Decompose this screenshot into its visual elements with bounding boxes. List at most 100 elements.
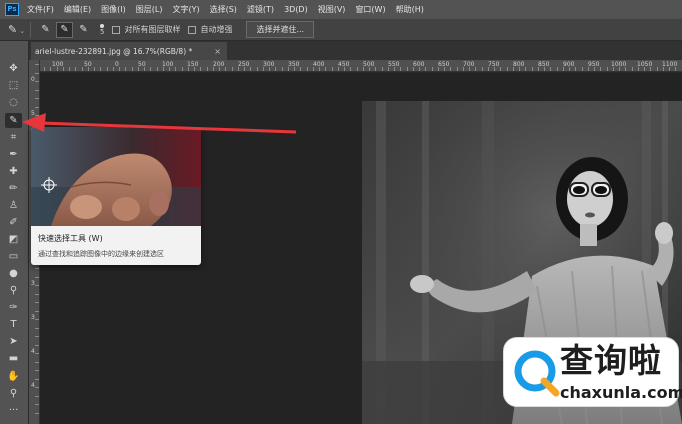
- ruler-tick: [106, 67, 108, 71]
- menu-type[interactable]: 文字(Y): [172, 4, 199, 15]
- ruler-tick: [94, 67, 95, 71]
- tools-panel: ✥ ⬚ ◌ ✎ ⌗ ✒ ✚ ✏ ♙ ✐ ◩ ▭ ● ⚲ ✑ T ➤ ▬ ✋ ⚲ …: [0, 41, 29, 424]
- path-selection-tool-icon[interactable]: ➤: [5, 334, 22, 349]
- menu-3d[interactable]: 3D(D): [284, 5, 308, 14]
- ruler-tick: [281, 67, 283, 71]
- move-tool-icon[interactable]: ✥: [5, 61, 22, 76]
- menu-window[interactable]: 窗口(W): [355, 4, 385, 15]
- ruler-tick: [35, 98, 39, 99]
- ruler-tick: [369, 67, 370, 71]
- ruler-tick: [181, 67, 183, 71]
- clone-stamp-tool-icon[interactable]: ♙: [5, 198, 22, 213]
- ruler-tick: [531, 67, 533, 71]
- ruler-tick: [35, 302, 39, 303]
- brush-add-icon: ✎: [60, 24, 69, 35]
- menu-view[interactable]: 视图(V): [318, 4, 346, 15]
- type-tool-icon[interactable]: T: [5, 317, 22, 332]
- brush-size-value: 5: [100, 27, 105, 36]
- ruler-tick: [275, 67, 277, 71]
- ruler-tick: [131, 67, 133, 71]
- ruler-tick: [35, 412, 39, 414]
- watermark-logo-icon: [514, 350, 560, 397]
- ruler-tick: [350, 67, 352, 71]
- marquee-tool-icon[interactable]: ⬚: [5, 78, 22, 93]
- menu-edit[interactable]: 编辑(E): [64, 4, 91, 15]
- ruler-tick: [262, 67, 264, 71]
- add-to-selection-button[interactable]: ✎: [56, 21, 73, 38]
- ruler-tick: [62, 67, 64, 71]
- divider: [30, 21, 31, 38]
- subtract-from-selection-button[interactable]: ✎: [75, 22, 92, 38]
- more-tools-icon[interactable]: ···: [5, 403, 22, 418]
- crop-tool-icon[interactable]: ⌗: [5, 130, 22, 145]
- ruler-tick: [156, 67, 158, 71]
- ruler-tick: [81, 67, 83, 71]
- menu-select[interactable]: 选择(S): [210, 4, 237, 15]
- options-bar: ✎ ⌄ ✎ ✎ ✎ 5 对所有图层取样 自动增强 选择并遮住...: [0, 19, 682, 41]
- ruler-tick: [35, 404, 39, 405]
- zoom-tool-icon[interactable]: ⚲: [5, 386, 22, 401]
- menu-bar: Ps 文件(F) 编辑(E) 图像(I) 图层(L) 文字(Y) 选择(S) 滤…: [0, 0, 682, 19]
- ruler-tick: [35, 353, 39, 354]
- ruler-tick: [35, 327, 39, 329]
- ruler-tick: [35, 123, 39, 125]
- auto-enhance-checkbox[interactable]: [188, 25, 197, 34]
- tooltip-title: 快速选择工具 (W): [38, 234, 103, 243]
- menu-file[interactable]: 文件(F): [27, 4, 54, 15]
- gradient-tool-icon[interactable]: ▭: [5, 249, 22, 264]
- dodge-tool-icon[interactable]: ⚲: [5, 283, 22, 298]
- ruler-tick: [219, 67, 220, 71]
- ruler-tick: [256, 67, 258, 71]
- ruler-tick: [456, 67, 458, 71]
- tool-preset-picker[interactable]: ✎ ⌄: [8, 22, 25, 37]
- brush-new-icon: ✎: [41, 24, 50, 35]
- pen-tool-icon[interactable]: ✑: [5, 300, 22, 315]
- ruler-tick: [337, 67, 339, 71]
- ruler-tick: [194, 67, 195, 71]
- document-tab[interactable]: ariel-lustre-232891.jpg @ 16.7%(RGB/8) *…: [31, 42, 227, 60]
- menu-help[interactable]: 帮助(H): [396, 4, 424, 15]
- ruler-tick: [450, 67, 452, 71]
- ruler-tick: [619, 67, 620, 71]
- ruler-tick: [631, 67, 633, 71]
- ruler-tick: [550, 67, 552, 71]
- ruler-tick: [612, 67, 614, 71]
- sample-all-layers-checkbox[interactable]: [112, 25, 121, 34]
- sample-all-layers-label: 对所有图层取样: [124, 25, 181, 34]
- ruler-tick: [169, 67, 170, 71]
- ruler-tick: [475, 67, 477, 71]
- brush-tool-icon[interactable]: ✏: [5, 181, 22, 196]
- ruler-tick: [600, 67, 602, 71]
- ruler-tick: [35, 395, 39, 397]
- eraser-tool-icon[interactable]: ◩: [5, 232, 22, 247]
- hand-tool-icon[interactable]: ✋: [5, 369, 22, 384]
- menu-image[interactable]: 图像(I): [101, 4, 126, 15]
- ruler-tick: [406, 67, 408, 71]
- ruler-tick: [525, 67, 527, 71]
- quick-selection-tool-icon[interactable]: ✎: [5, 113, 22, 128]
- ruler-tick: [425, 67, 427, 71]
- new-selection-button[interactable]: ✎: [37, 22, 54, 38]
- menu-layer[interactable]: 图层(L): [136, 4, 163, 15]
- history-brush-tool-icon[interactable]: ✐: [5, 215, 22, 230]
- blur-tool-icon[interactable]: ●: [5, 266, 22, 281]
- ruler-tick: [200, 67, 202, 71]
- ruler-tick: [287, 67, 289, 71]
- lasso-tool-icon[interactable]: ◌: [5, 95, 22, 110]
- eyedropper-tool-icon[interactable]: ✒: [5, 147, 22, 162]
- ruler-tick: [394, 67, 395, 71]
- ruler-tick: [675, 67, 677, 71]
- rectangle-tool-icon[interactable]: ▬: [5, 351, 22, 366]
- ruler-tick: [544, 67, 545, 71]
- ruler-tick: [356, 67, 358, 71]
- close-icon[interactable]: ×: [214, 47, 221, 56]
- brush-size-picker[interactable]: 5: [100, 23, 105, 36]
- ruler-tick: [400, 67, 402, 71]
- tooltip-description: 通过查找和追踪图像中的边缘来创建选区: [38, 250, 164, 258]
- ruler-tick: [569, 67, 570, 71]
- select-and-mask-button[interactable]: 选择并遮住...: [246, 21, 315, 38]
- menu-filter[interactable]: 滤镜(T): [247, 4, 274, 15]
- ruler-tick: [187, 67, 189, 71]
- ruler-tick: [150, 67, 152, 71]
- healing-brush-tool-icon[interactable]: ✚: [5, 164, 22, 179]
